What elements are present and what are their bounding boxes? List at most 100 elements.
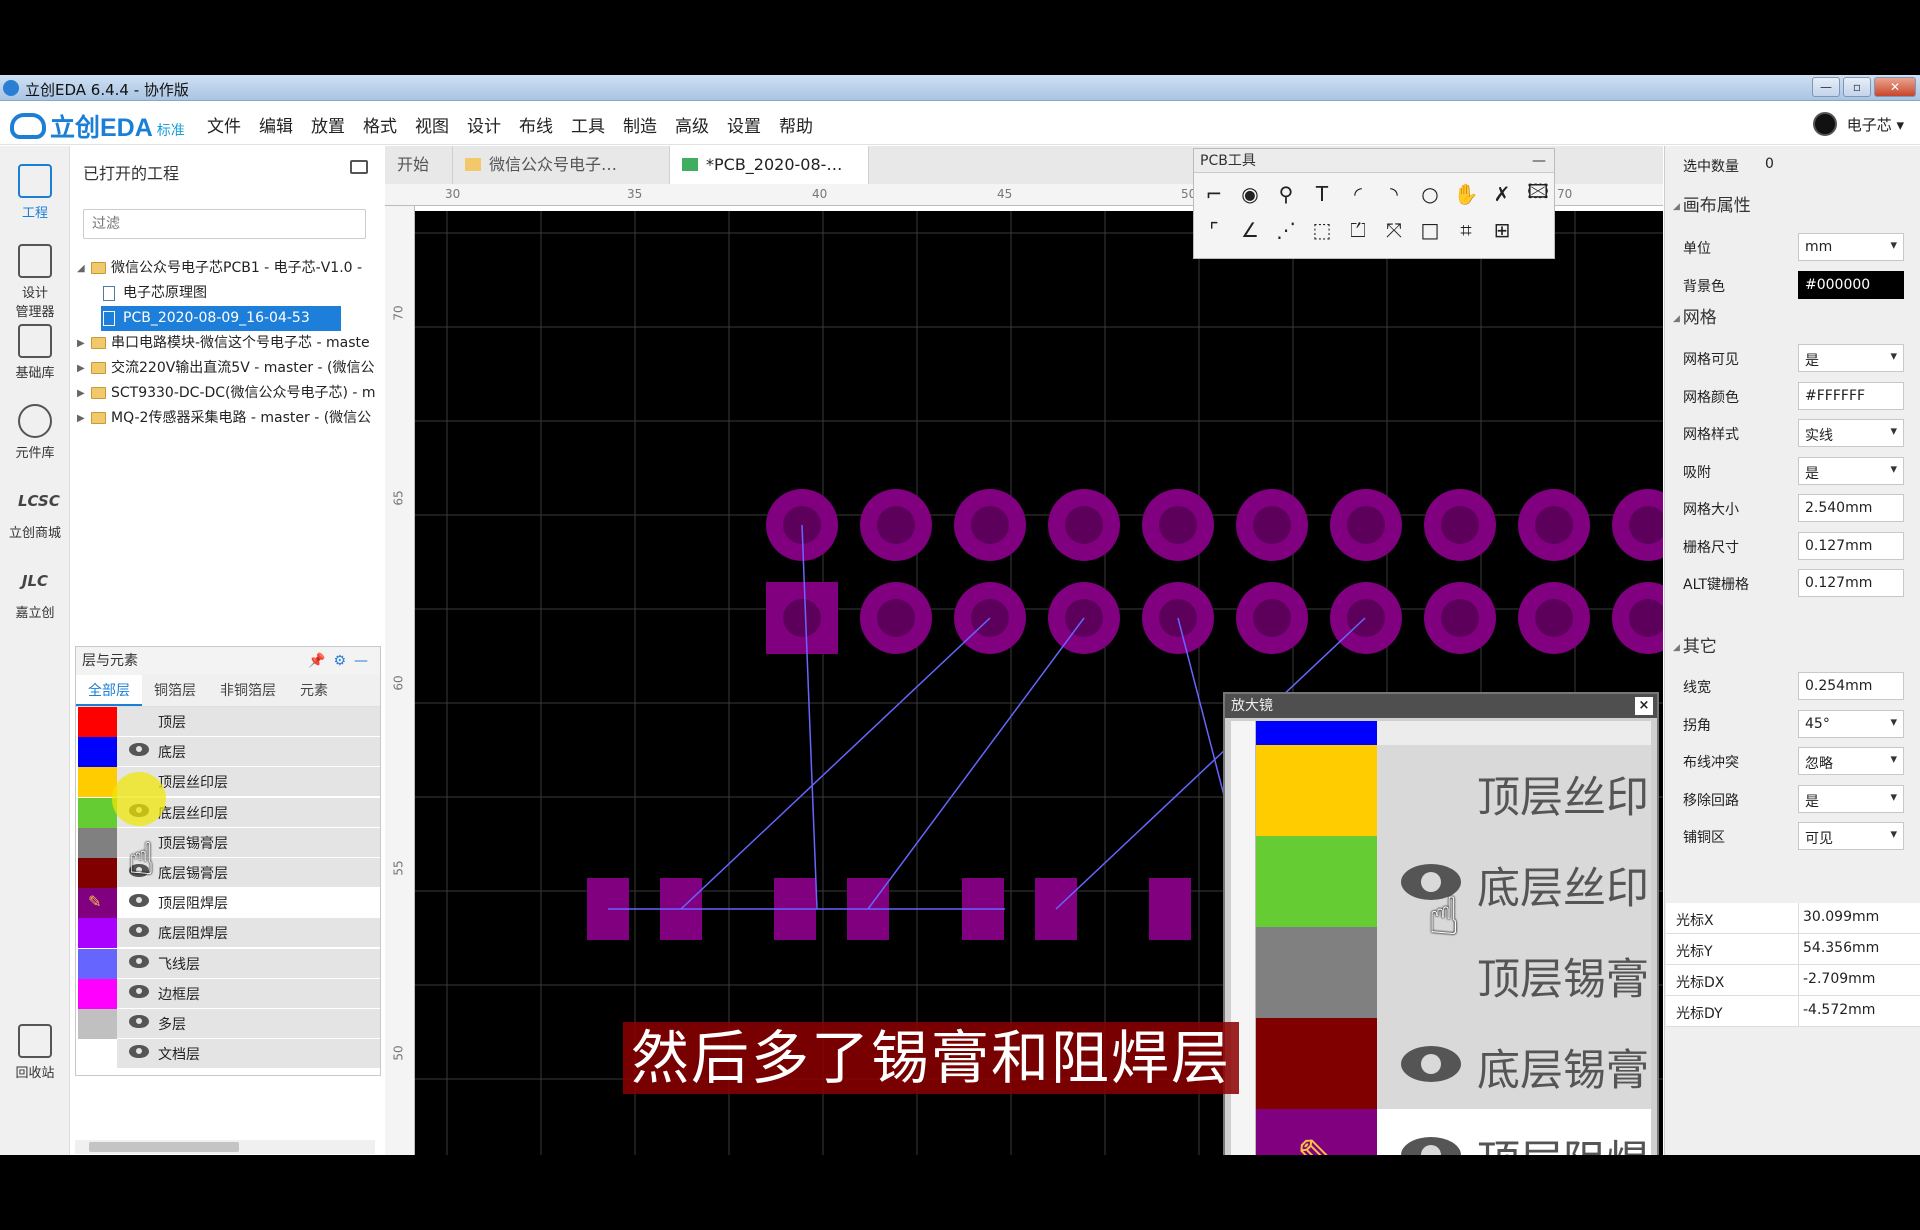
eye-icon[interactable] — [129, 1045, 149, 1059]
layer-row[interactable]: 底层 — [76, 737, 380, 768]
section-header-canvas[interactable]: 画布属性 — [1673, 191, 1751, 216]
maximize-button[interactable]: ▫ — [1843, 77, 1871, 97]
menu-item[interactable]: 工具 — [562, 112, 614, 137]
document-tab[interactable]: *PCB_2020-08-… — [670, 146, 869, 184]
pcb-tools-minimize[interactable]: — — [1532, 149, 1546, 173]
rail-item[interactable]: 设计 管理器 — [0, 244, 70, 320]
property-select[interactable]: 45° — [1798, 709, 1904, 738]
open-folder-icon[interactable] — [350, 160, 368, 174]
layer-color-swatch[interactable] — [78, 918, 117, 949]
circle-tool-icon[interactable]: ○ — [1412, 176, 1448, 212]
menu-item[interactable]: 放置 — [302, 112, 354, 137]
property-select[interactable]: 可见 — [1798, 822, 1904, 850]
rail-item[interactable]: 元件库 — [0, 404, 70, 461]
text-tool-icon[interactable]: T — [1304, 176, 1340, 212]
layer-color-swatch[interactable]: ✎ — [78, 888, 117, 919]
ratsnest-line[interactable] — [867, 617, 1085, 910]
pad-hole[interactable] — [1065, 506, 1103, 544]
layer-color-swatch[interactable] — [78, 857, 117, 888]
pad-tool-icon[interactable]: ◉ — [1232, 176, 1268, 212]
menu-item[interactable]: 制造 — [614, 112, 666, 137]
tree-doc-item[interactable]: PCB_2020-08-09_16-04-53 — [71, 306, 384, 331]
menu-item[interactable]: 设置 — [718, 112, 770, 137]
copper-area-icon[interactable]: ⏍ — [1340, 212, 1376, 248]
corner-tool-icon[interactable]: ⌜ — [1196, 212, 1232, 248]
document-tab[interactable]: 开始 — [385, 146, 453, 184]
component-tool-icon[interactable]: ✗ — [1484, 176, 1520, 212]
rail-item[interactable]: LCSC 立创商城 — [0, 484, 70, 541]
layer-color-swatch[interactable] — [78, 978, 117, 1009]
layer-color-swatch[interactable] — [78, 767, 117, 798]
tree-doc-item[interactable]: 电子芯原理图 — [71, 281, 384, 306]
image-tool-icon[interactable]: 🖾 — [1520, 176, 1556, 212]
pan-hand-icon[interactable]: ✋ — [1448, 176, 1484, 212]
eye-icon[interactable] — [129, 984, 149, 998]
layer-color-swatch[interactable] — [78, 1008, 117, 1039]
property-input[interactable]: 0.254mm — [1798, 672, 1904, 700]
user-name[interactable]: 电子芯 ▾ — [1847, 114, 1904, 135]
rail-item[interactable]: JLC 嘉立创 — [0, 564, 70, 621]
rail-item[interactable]: 回收站 — [0, 1024, 70, 1081]
arc2-tool-icon[interactable]: ◝ — [1376, 176, 1412, 212]
property-select[interactable]: 是 — [1798, 456, 1904, 485]
filter-input[interactable] — [83, 209, 366, 239]
select-rect-icon[interactable]: ⬚ — [1304, 212, 1340, 248]
layers-tab[interactable]: 非铜箔层 — [208, 675, 288, 706]
property-input[interactable]: 0.127mm — [1798, 569, 1904, 597]
layers-tab[interactable]: 元素 — [288, 675, 340, 706]
property-input[interactable]: #FFFFFF — [1798, 381, 1904, 410]
layers-tab[interactable]: 全部层 — [76, 675, 142, 706]
tree-folder-item[interactable]: ◢ 微信公众号电子芯PCB1 - 电子芯-V1.0 - — [71, 256, 384, 281]
pad-hole[interactable] — [1535, 506, 1573, 544]
connect-tool-icon[interactable]: ⋰ — [1268, 212, 1304, 248]
tree-folder-item[interactable]: ▶ 串口电路模块-微信这个号电子芯 - maste — [71, 331, 384, 356]
user-menu[interactable]: 电子芯 ▾ — [1812, 112, 1904, 136]
pad-hole[interactable] — [1535, 599, 1573, 637]
layer-color-swatch[interactable] — [78, 797, 117, 828]
layer-row[interactable]: ✎ 顶层阻焊层 — [76, 888, 380, 919]
layer-row[interactable]: 顶层锡膏层 — [76, 827, 380, 858]
arc-tool-icon[interactable]: ◜ — [1340, 176, 1376, 212]
smd-pad[interactable] — [1149, 878, 1191, 940]
property-select[interactable]: 实线 — [1798, 419, 1904, 447]
pad-hole[interactable] — [1441, 506, 1479, 544]
property-select[interactable]: mm — [1798, 233, 1904, 261]
eye-icon[interactable] — [129, 743, 149, 757]
layer-row[interactable]: 底层锡膏层 — [76, 857, 380, 888]
expanded-arrow-icon[interactable]: ◢ — [77, 256, 85, 281]
pad-hole[interactable] — [1347, 506, 1385, 544]
menu-item[interactable]: 文件 — [198, 112, 250, 137]
layer-row[interactable]: 顶层 — [76, 707, 380, 737]
layer-row[interactable]: 飞线层 — [76, 948, 380, 979]
section-header-grid[interactable]: 网格 — [1673, 303, 1717, 328]
pad-hole[interactable] — [1253, 506, 1291, 544]
menu-item[interactable]: 布线 — [510, 112, 562, 137]
menu-item[interactable]: 视图 — [406, 112, 458, 137]
menu-item[interactable]: 帮助 — [770, 112, 822, 137]
rail-item[interactable]: 工程 — [0, 164, 70, 221]
pad-hole[interactable] — [1347, 599, 1385, 637]
angle-tool-icon[interactable]: ∠ — [1232, 212, 1268, 248]
collapsed-arrow-icon[interactable]: ▶ — [77, 331, 85, 356]
pad-hole[interactable] — [971, 506, 1009, 544]
rail-item[interactable]: 基础库 — [0, 324, 70, 381]
layer-row[interactable]: 多层 — [76, 1008, 380, 1039]
pad-hole[interactable] — [783, 599, 821, 637]
menu-item[interactable]: 设计 — [458, 112, 510, 137]
layer-color-swatch[interactable] — [78, 1039, 117, 1070]
ratsnest-line[interactable] — [680, 617, 991, 910]
pad-hole[interactable] — [877, 599, 915, 637]
pad-hole[interactable] — [877, 506, 915, 544]
pin-icon[interactable]: 📌 — [308, 653, 333, 669]
layer-color-swatch[interactable] — [78, 948, 117, 979]
layer-color-swatch[interactable] — [78, 737, 117, 768]
layer-row[interactable]: 边框层 — [76, 978, 380, 1009]
property-select[interactable]: 是 — [1798, 784, 1904, 813]
layer-color-swatch[interactable] — [78, 827, 117, 858]
section-header-other[interactable]: 其它 — [1673, 632, 1717, 657]
collapsed-arrow-icon[interactable]: ▶ — [77, 381, 85, 406]
ratsnest-line[interactable] — [1177, 617, 1229, 812]
tree-folder-item[interactable]: ▶ MQ-2传感器采集电路 - master - (微信公 — [71, 406, 384, 431]
eye-icon[interactable] — [129, 894, 149, 908]
menu-item[interactable]: 高级 — [666, 112, 718, 137]
